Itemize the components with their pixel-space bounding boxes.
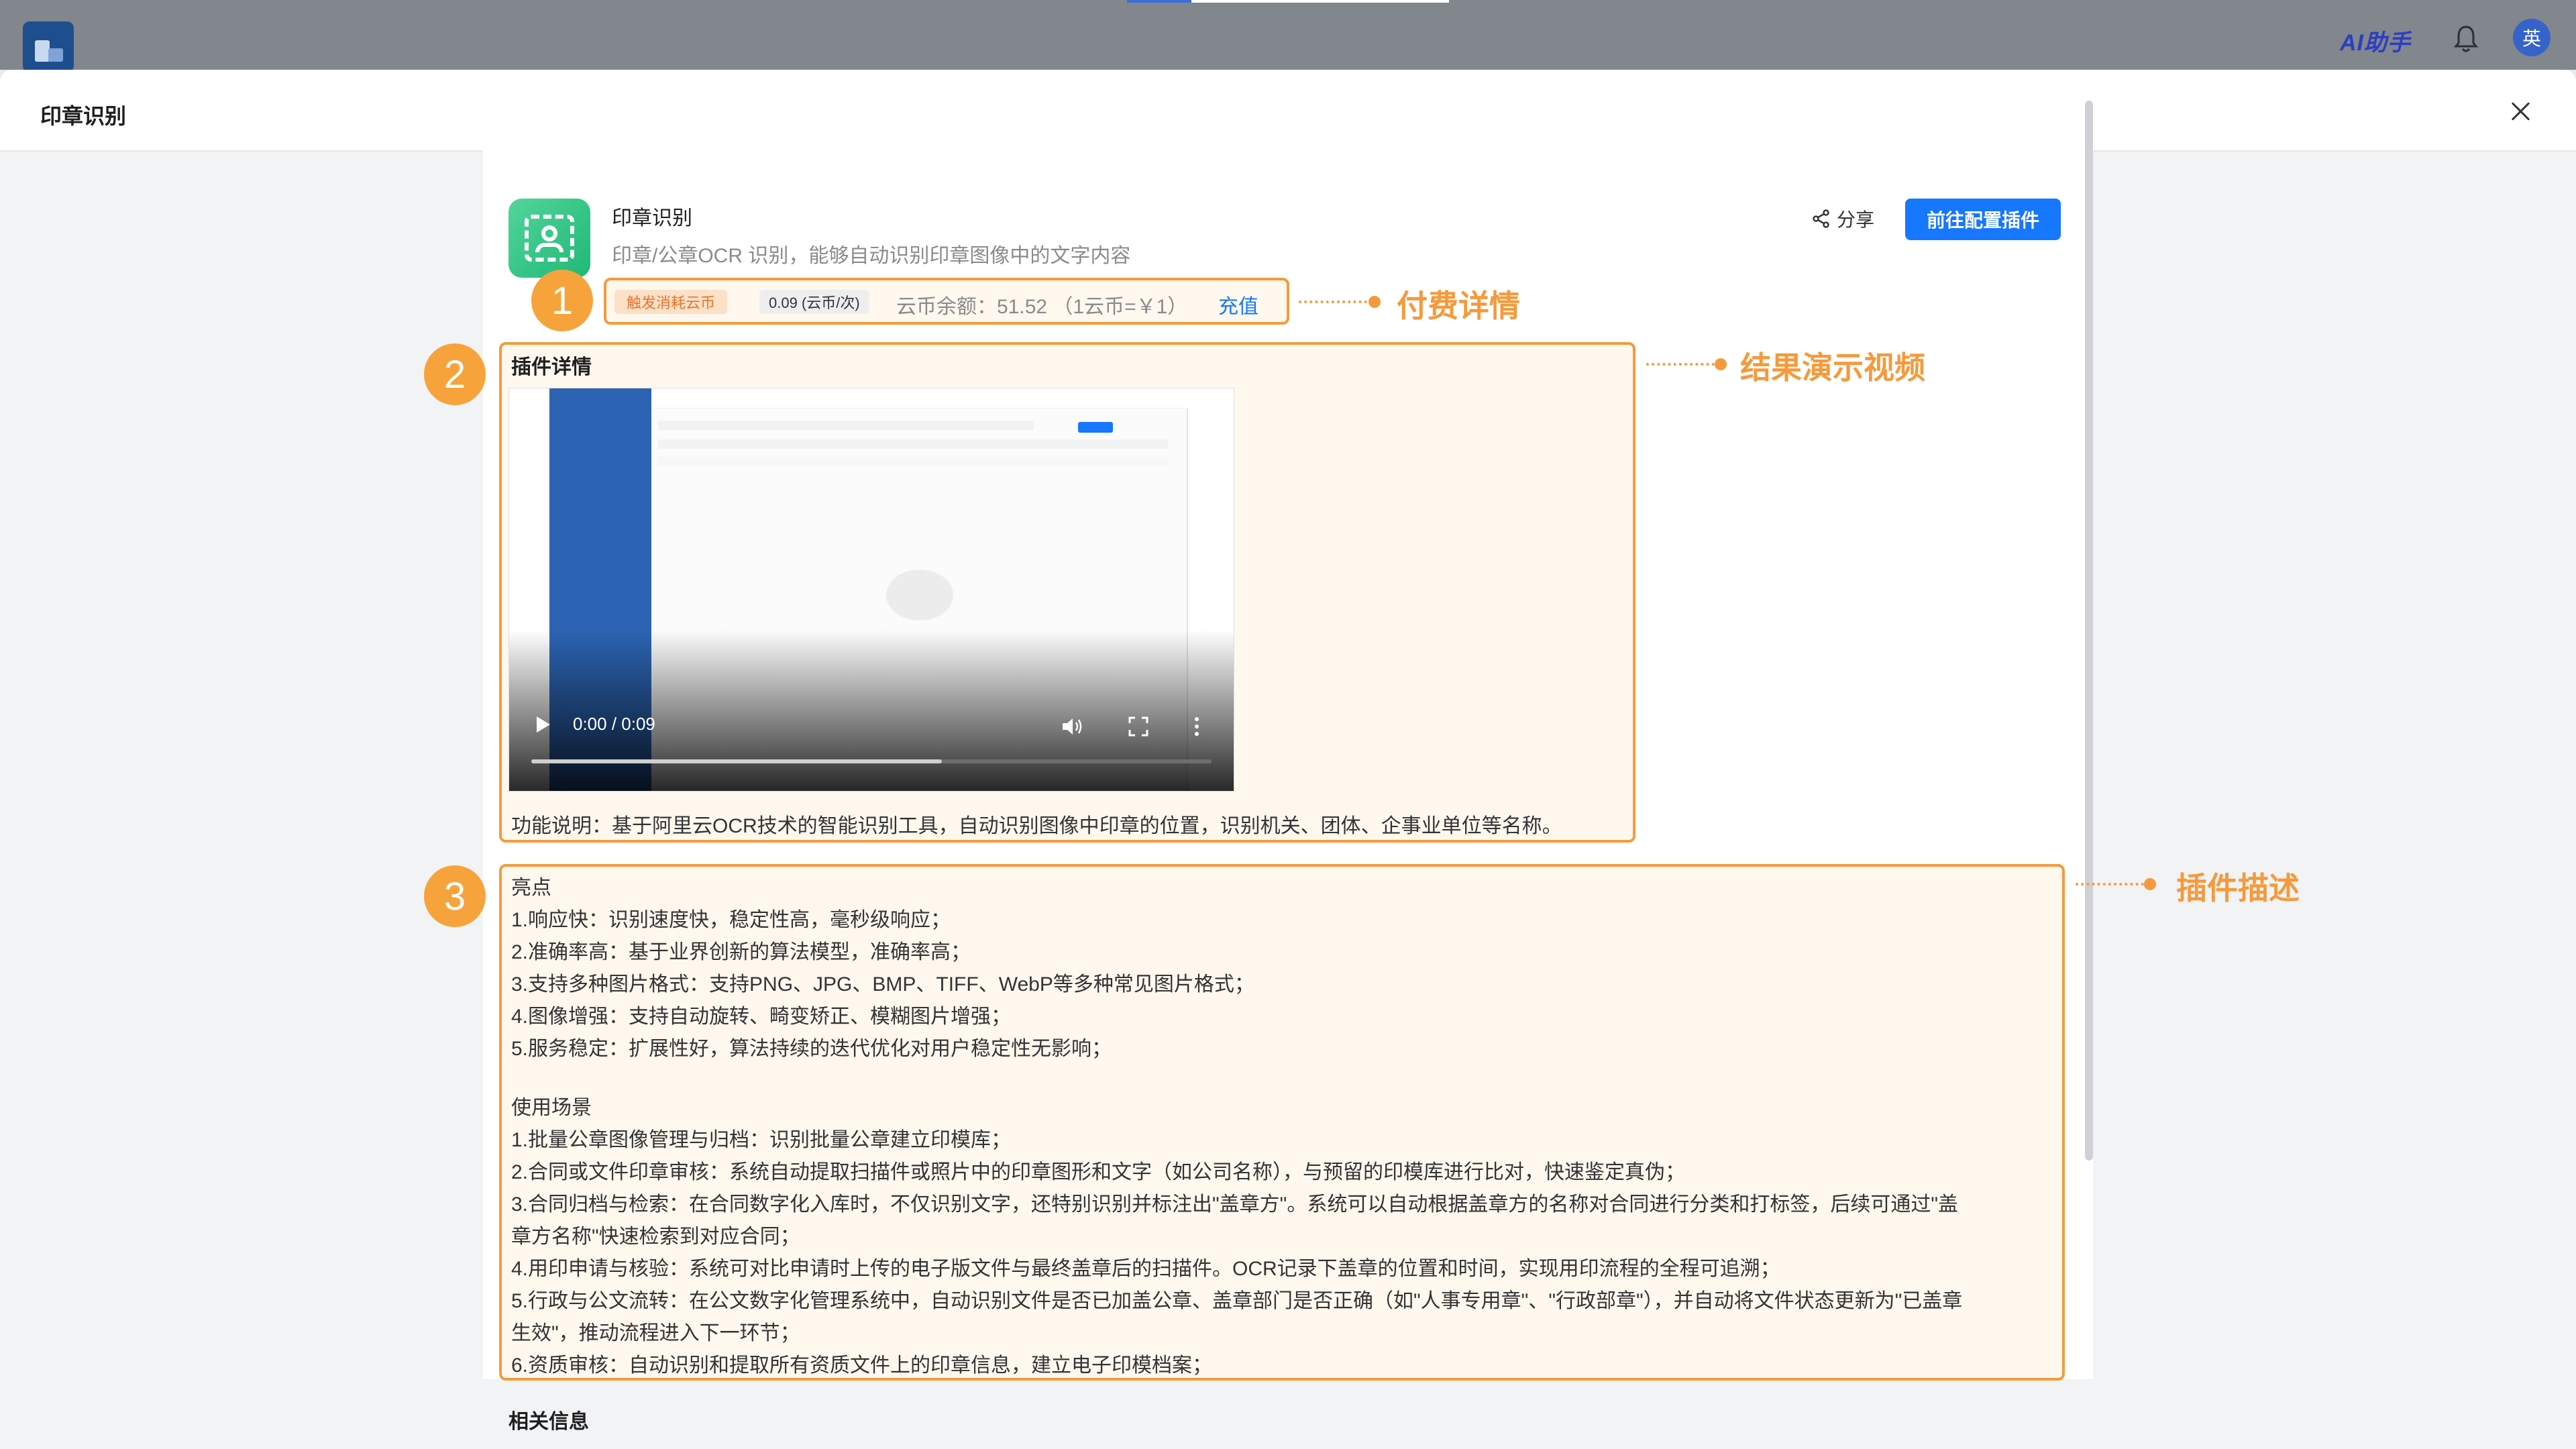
share-button[interactable]: 分享 [1811,204,1874,233]
modal-title: 印章识别 [40,104,127,128]
callout-connector [1646,363,1720,366]
bell-icon[interactable] [2453,24,2479,54]
share-label: 分享 [1837,209,1875,230]
video-time: 0:00 / 0:09 [573,714,655,734]
callout-label: 插件描述 [2176,870,2300,906]
highlight-item: 3.支持多种图片格式：支持PNG、JPG、BMP、TIFF、WebP等多种常见图… [511,973,1254,996]
play-icon[interactable] [537,716,550,733]
callout-dot [1368,296,1381,308]
related-info-title: 相关信息 [508,1411,589,1433]
callout-number: 3 [424,865,486,927]
callout-connector [2076,883,2149,885]
configure-plugin-button[interactable]: 前往配置插件 [1905,199,2061,240]
description-content: 亮点 1.响应快：识别速度快，稳定性高，毫秒级响应； 2.准确率高：基于业界创新… [511,872,2054,1382]
scenario-item: 6.资质审核：自动识别和提取所有资质文件上的印章信息，建立电子印模档案； [511,1354,1213,1377]
details-title: 插件详情 [511,356,592,378]
more-icon[interactable] [1194,715,1199,738]
tab-indicator [1127,0,1449,3]
pricing-rate-badge: 0.09 (云币/次) [759,290,869,314]
plugin-description: 印章/公章OCR 识别，能够自动识别印章图像中的文字内容 [612,245,1131,267]
scenario-item: 4.用印申请与核验：系统可对比申请时上传的电子版文件与最终盖章后的扫描件。OCR… [511,1258,1780,1280]
video-buffer-bar [531,759,942,763]
plugin-name: 印章识别 [612,207,692,229]
fullscreen-icon[interactable] [1128,716,1148,737]
callout-connector [1299,301,1373,303]
ai-helper-link[interactable]: AI助手 [2340,24,2411,57]
highlight-item: 5.服务稳定：扩展性好，算法持续的迭代优化对用户稳定性无影响； [511,1038,1112,1060]
close-icon[interactable] [2506,97,2536,126]
pricing-trigger-badge: 触发消耗云币 [614,290,728,314]
scenario-item: 1.批量公章图像管理与归档：识别批量公章建立印模库； [511,1129,1012,1151]
callout-label: 结果演示视频 [1740,350,1925,386]
recharge-link[interactable]: 充值 [1218,290,1258,319]
highlights-title: 亮点 [511,877,551,899]
callout-number: 1 [531,270,593,331]
scenarios-title: 使用场景 [511,1097,592,1119]
coin-balance: 云币余额：51.52 （1云币=￥1） [896,296,1188,318]
pricing-details: 触发消耗云币 0.09 (云币/次) 云币余额：51.52 （1云币=￥1） 充… [604,278,1289,325]
scenario-item: 5.行政与公文流转：在公文数字化管理系统中，自动识别文件是否已加盖公章、盖章部门… [511,1290,1963,1312]
plugin-seal-icon [508,199,590,278]
function-description: 功能说明：基于阿里云OCR技术的智能识别工具，自动识别图像中印章的位置，识别机关… [511,815,1562,837]
callout-label: 付费详情 [1397,288,1520,324]
callout-number: 2 [424,343,486,405]
plugin-description-section: 亮点 1.响应快：识别速度快，稳定性高，毫秒级响应； 2.准确率高：基于业界创新… [499,864,2065,1381]
scenario-item: 生效"，推动流程进入下一环节； [511,1322,800,1344]
scenario-item: 3.合同归档与检索：在合同数字化入库时，不仅识别文字，还特别识别并标注出"盖章方… [511,1193,1958,1216]
callout-dot [1715,358,1727,370]
highlight-item: 1.响应快：识别速度快，稳定性高，毫秒级响应； [511,909,951,931]
share-icon [1813,209,1829,228]
app-logo[interactable] [23,21,74,72]
callout-dot [2144,878,2156,890]
scenario-item: 2.合同或文件印章审核：系统自动提取扫描件或照片中的印章图形和文字（如公司名称）… [511,1161,1686,1183]
highlight-item: 4.图像增强：支持自动旋转、畸变矫正、模糊图片增强； [511,1006,1012,1028]
scenario-item: 章方名称"快速检索到对应合同； [511,1226,800,1248]
highlight-item: 2.准确率高：基于业界创新的算法模型，准确率高； [511,941,971,963]
volume-icon[interactable] [1061,716,1084,737]
user-avatar[interactable]: 英 [2513,19,2551,56]
top-app-bar [0,0,2576,70]
panel-scrollbar[interactable] [2085,101,2093,1161]
